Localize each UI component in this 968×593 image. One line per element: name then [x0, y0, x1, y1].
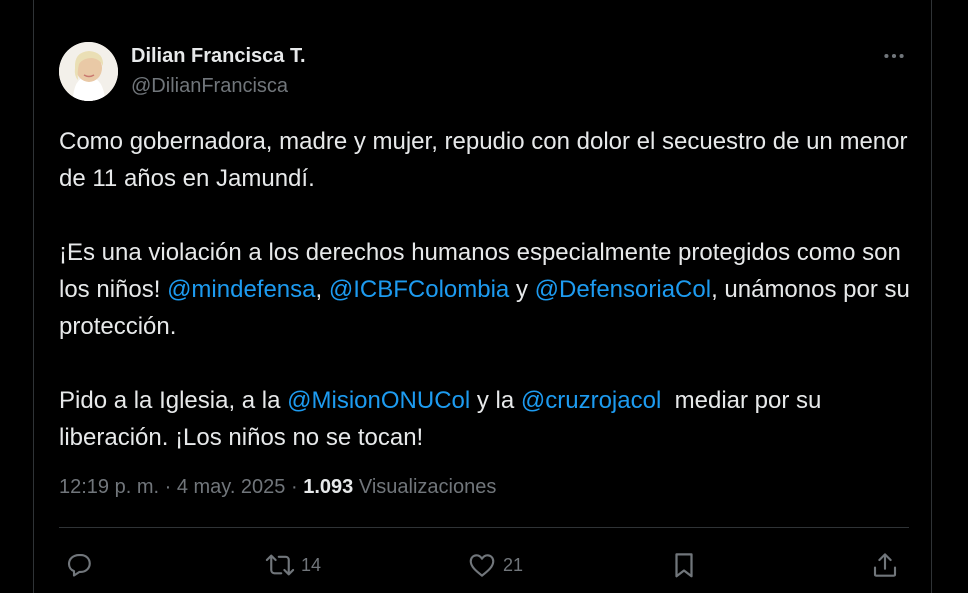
- more-horizontal-icon: [884, 53, 904, 59]
- share-icon: [873, 553, 897, 577]
- author-name[interactable]: Dilian Francisca T.: [131, 45, 306, 68]
- bookmark-button[interactable]: [669, 548, 699, 582]
- mention-icbfcolombia[interactable]: @ICBFColombia: [329, 276, 509, 303]
- divider: [59, 527, 909, 528]
- reply-button[interactable]: [64, 548, 94, 582]
- mention-mindefensa[interactable]: @mindefensa: [167, 276, 315, 303]
- mention-cruzrojacol[interactable]: @cruzrojacol: [521, 387, 661, 414]
- more-options-button[interactable]: [879, 44, 909, 68]
- share-button[interactable]: [870, 548, 900, 582]
- like-button[interactable]: 21: [467, 548, 523, 582]
- tweet-date[interactable]: 4 may. 2025: [177, 476, 286, 498]
- like-count: 21: [503, 554, 524, 575]
- tweet-paragraph-1: Como gobernadora, madre y mujer, repudio…: [59, 128, 908, 192]
- avatar-image: [59, 42, 118, 101]
- tweet-time[interactable]: 12:19 p. m.: [59, 476, 159, 498]
- avatar[interactable]: [59, 42, 118, 101]
- heart-icon: [469, 554, 495, 577]
- tweet-paragraph-2: ¡Es una violación a los derechos humanos…: [59, 234, 919, 345]
- views-label: Visualizaciones: [353, 476, 497, 498]
- tweet-meta: 12:19 p. m. · 4 may. 2025 · 1.093 Visual…: [59, 476, 496, 499]
- retweet-button[interactable]: 14: [265, 548, 321, 582]
- meta-separator: ·: [159, 476, 177, 498]
- tweet-text-segment: y: [509, 276, 535, 303]
- tweet-text: Como gobernadora, madre y mujer, repudio…: [59, 123, 919, 456]
- views-count[interactable]: 1.093: [303, 476, 353, 498]
- retweet-icon: [265, 554, 295, 576]
- author-handle[interactable]: @DilianFrancisca: [131, 75, 288, 98]
- reply-icon: [67, 553, 91, 577]
- tweet-text-segment: Pido a la Iglesia, a la: [59, 387, 288, 414]
- tweet-paragraph-3: Pido a la Iglesia, a la @MisionONUCol y …: [59, 382, 919, 456]
- tweet-text-segment: y la: [470, 387, 521, 414]
- retweet-count: 14: [301, 554, 322, 575]
- meta-separator: ·: [285, 476, 304, 498]
- bookmark-icon: [675, 553, 693, 578]
- mention-defensoriacol[interactable]: @DefensoriaCol: [535, 276, 711, 303]
- tweet-text-segment: ,: [315, 276, 329, 303]
- mention-misiononucol[interactable]: @MisionONUCol: [287, 387, 470, 414]
